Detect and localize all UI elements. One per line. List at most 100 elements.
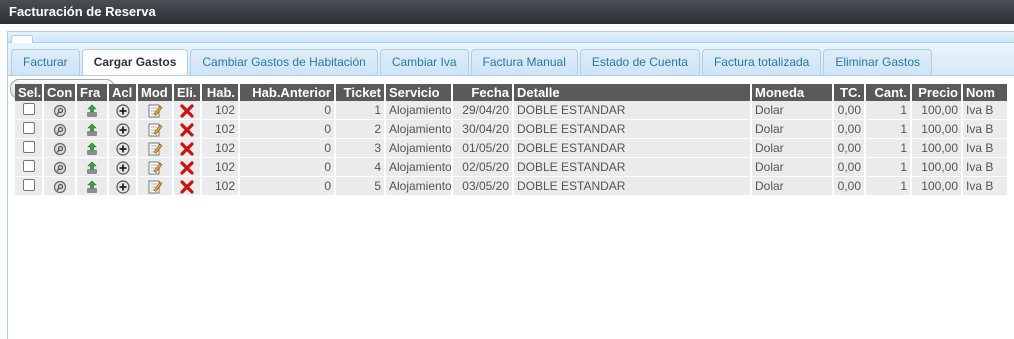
- cell-precio: 100,00: [912, 177, 963, 196]
- cell-detalle: DOBLE ESTANDAR: [514, 101, 752, 120]
- panel-collapsed-tab[interactable]: [11, 35, 33, 43]
- delete-icon[interactable]: [174, 177, 202, 196]
- table-row[interactable]: 102 0 2 Alojamiento 30/04/20 DOBLE ESTANDAR Do…: [15, 120, 1007, 139]
- cell-servicio: Alojamiento: [386, 177, 453, 196]
- add-circle-icon[interactable]: [109, 158, 138, 177]
- column-header[interactable]: Hab.Anterior: [240, 84, 336, 101]
- select-checkbox[interactable]: [15, 158, 44, 177]
- cell-nom: Iva B: [963, 177, 1007, 196]
- column-header[interactable]: Acl: [109, 84, 138, 101]
- expenses-grid: Sel. Con Fra Acl Mod Eli. Hab. Hab.Anterior Tick…: [15, 84, 1007, 308]
- select-checkbox[interactable]: [15, 120, 44, 139]
- cell-detalle: DOBLE ESTANDAR: [514, 120, 752, 139]
- column-header[interactable]: Detalle: [514, 84, 752, 101]
- column-header[interactable]: Mod: [138, 84, 174, 101]
- tab-facturar[interactable]: Facturar: [11, 49, 80, 75]
- column-header[interactable]: Servicio: [386, 84, 453, 101]
- cell-hab-anterior: 0: [240, 158, 336, 177]
- tab-factura-totalizada[interactable]: Factura totalizada: [701, 49, 822, 75]
- edit-icon[interactable]: [138, 177, 174, 196]
- cell-tc: 0,00: [834, 177, 866, 196]
- tab-cargar-gastos[interactable]: Cargar Gastos: [81, 49, 189, 75]
- consult-icon[interactable]: [44, 101, 77, 120]
- cell-detalle: DOBLE ESTANDAR: [514, 158, 752, 177]
- table-row[interactable]: 102 0 4 Alojamiento 02/05/20 DOBLE ESTANDAR Do…: [15, 158, 1007, 177]
- cell-moneda: Dolar: [752, 177, 834, 196]
- consult-icon[interactable]: [44, 158, 77, 177]
- delete-icon[interactable]: [174, 120, 202, 139]
- consult-icon[interactable]: [44, 120, 77, 139]
- edit-icon[interactable]: [138, 101, 174, 120]
- table-row[interactable]: 102 0 3 Alojamiento 01/05/20 DOBLE ESTANDAR Do…: [15, 139, 1007, 158]
- delete-icon[interactable]: [174, 139, 202, 158]
- cell-moneda: Dolar: [752, 139, 834, 158]
- column-header[interactable]: Fecha: [453, 84, 514, 101]
- select-checkbox[interactable]: [15, 177, 44, 196]
- cell-tc: 0,00: [834, 158, 866, 177]
- column-header[interactable]: Nom: [963, 84, 1007, 101]
- split-icon[interactable]: [77, 177, 109, 196]
- tab-estado-de-cuenta[interactable]: Estado de Cuenta: [579, 49, 700, 75]
- add-circle-icon[interactable]: [109, 101, 138, 120]
- cell-fecha: 01/05/20: [453, 139, 514, 158]
- column-header[interactable]: Eli.: [174, 84, 202, 101]
- split-icon[interactable]: [77, 101, 109, 120]
- cell-tc: 0,00: [834, 120, 866, 139]
- column-header[interactable]: Fra: [77, 84, 109, 101]
- column-header[interactable]: Hab.: [202, 84, 240, 101]
- column-header[interactable]: Con: [44, 84, 77, 101]
- cell-detalle: DOBLE ESTANDAR: [514, 139, 752, 158]
- delete-icon[interactable]: [174, 158, 202, 177]
- cell-precio: 100,00: [912, 158, 963, 177]
- column-header[interactable]: Precio: [912, 84, 963, 101]
- consult-icon[interactable]: [44, 177, 77, 196]
- tab-cambiar-iva[interactable]: Cambiar Iva: [379, 49, 469, 75]
- cell-fecha: 03/05/20: [453, 177, 514, 196]
- cell-hab: 102: [202, 139, 240, 158]
- cell-ticket: 3: [336, 139, 386, 158]
- select-checkbox[interactable]: [15, 139, 44, 158]
- cell-servicio: Alojamiento: [386, 158, 453, 177]
- edit-icon[interactable]: [138, 139, 174, 158]
- tab-cambiar-gastos-de-habitación[interactable]: Cambiar Gastos de Habitación: [190, 49, 378, 75]
- edit-icon[interactable]: [138, 120, 174, 139]
- cell-ticket: 2: [336, 120, 386, 139]
- tab-eliminar-gastos[interactable]: Eliminar Gastos: [823, 49, 933, 75]
- cell-fecha: 29/04/20: [453, 101, 514, 120]
- tab-bar: Facturar Cargar Gastos Cambiar Gastos de H…: [8, 43, 1014, 76]
- cell-fecha: 02/05/20: [453, 158, 514, 177]
- consult-icon[interactable]: [44, 139, 77, 158]
- cell-cant: 1: [866, 120, 912, 139]
- cell-precio: 100,00: [912, 120, 963, 139]
- tab-factura-manual[interactable]: Factura Manual: [470, 49, 578, 75]
- cell-ticket: 1: [336, 101, 386, 120]
- table-row[interactable]: 102 0 1 Alojamiento 29/04/20 DOBLE ESTANDAR Do…: [15, 101, 1007, 120]
- cell-hab-anterior: 0: [240, 177, 336, 196]
- cell-cant: 1: [866, 101, 912, 120]
- edit-icon[interactable]: [138, 158, 174, 177]
- select-checkbox[interactable]: [15, 101, 44, 120]
- cell-nom: Iva B: [963, 139, 1007, 158]
- cell-tc: 0,00: [834, 139, 866, 158]
- column-header[interactable]: TC.: [834, 84, 866, 101]
- split-icon[interactable]: [77, 139, 109, 158]
- cell-ticket: 5: [336, 177, 386, 196]
- cell-moneda: Dolar: [752, 101, 834, 120]
- column-header[interactable]: Ticket: [336, 84, 386, 101]
- split-icon[interactable]: [77, 158, 109, 177]
- add-circle-icon[interactable]: [109, 120, 138, 139]
- cell-moneda: Dolar: [752, 158, 834, 177]
- column-header[interactable]: Moneda: [752, 84, 834, 101]
- add-circle-icon[interactable]: [109, 139, 138, 158]
- delete-icon[interactable]: [174, 101, 202, 120]
- panel-top-strip: [8, 32, 1014, 43]
- window-title: Facturación de Reserva: [0, 0, 1014, 24]
- add-circle-icon[interactable]: [109, 177, 138, 196]
- cell-nom: Iva B: [963, 101, 1007, 120]
- column-header[interactable]: Cant.: [866, 84, 912, 101]
- column-header[interactable]: Sel.: [15, 84, 44, 101]
- cell-cant: 1: [866, 139, 912, 158]
- split-icon[interactable]: [77, 120, 109, 139]
- table-row[interactable]: 102 0 5 Alojamiento 03/05/20 DOBLE ESTANDAR Do…: [15, 177, 1007, 196]
- cell-servicio: Alojamiento: [386, 120, 453, 139]
